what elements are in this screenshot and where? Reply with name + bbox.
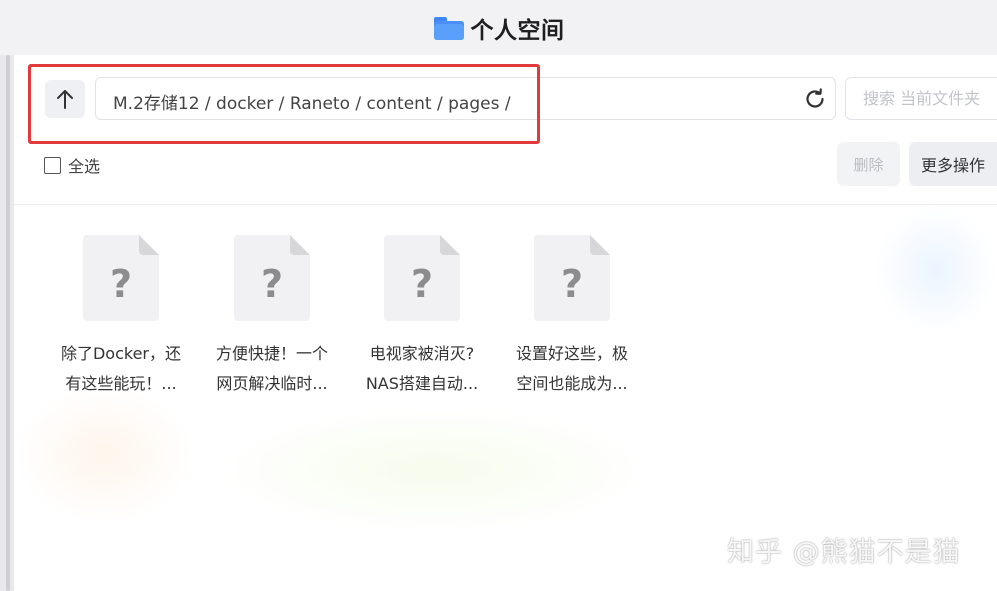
window-title: 个人空间 xyxy=(470,17,565,44)
title-wrap: 个人空间 xyxy=(433,11,565,45)
title-bar: 个人空间 xyxy=(0,0,997,55)
delete-button[interactable]: 删除 xyxy=(837,142,900,186)
file-item[interactable]: ? 除了Docker，还 有这些能玩！... xyxy=(51,235,191,399)
svg-text:?: ? xyxy=(110,262,132,306)
refresh-icon[interactable] xyxy=(803,87,827,111)
more-actions-button[interactable]: 更多操作 xyxy=(909,142,997,186)
file-name: 电视家被消灭? NAS搭建自动... xyxy=(365,344,479,393)
file-name: 方便快捷！一个 网页解决临时... xyxy=(215,344,328,393)
file-item[interactable]: ? 电视家被消灭? NAS搭建自动... xyxy=(352,235,492,399)
select-all-checkbox[interactable] xyxy=(44,156,61,174)
search-box[interactable] xyxy=(845,77,997,120)
left-edge xyxy=(0,55,14,591)
scrollbar[interactable] xyxy=(6,55,10,591)
folder-icon xyxy=(433,15,465,41)
file-name: 设置好这些，极 空间也能成为... xyxy=(515,344,628,393)
unknown-file-icon: ? xyxy=(83,235,159,321)
file-item[interactable]: ? 设置好这些，极 空间也能成为... xyxy=(502,235,642,399)
highlight-annotation xyxy=(28,64,540,144)
select-all-label: 全选 xyxy=(68,157,101,176)
watermark: 知乎 @熊猫不是猫 xyxy=(727,537,961,568)
select-all[interactable]: 全选 xyxy=(44,153,100,177)
file-browser-panel: M.2存储12 / docker / Raneto / content / pa… xyxy=(14,55,997,591)
svg-text:?: ? xyxy=(561,262,583,306)
unknown-file-icon: ? xyxy=(534,235,610,321)
unknown-file-icon: ? xyxy=(234,235,310,321)
file-name: 除了Docker，还 有这些能玩！... xyxy=(60,344,182,393)
divider xyxy=(14,204,997,205)
svg-text:?: ? xyxy=(411,262,433,306)
unknown-file-icon: ? xyxy=(384,235,460,321)
svg-text:?: ? xyxy=(261,262,283,306)
search-input[interactable] xyxy=(846,78,997,119)
file-item[interactable]: ? 方便快捷！一个 网页解决临时... xyxy=(202,235,342,399)
